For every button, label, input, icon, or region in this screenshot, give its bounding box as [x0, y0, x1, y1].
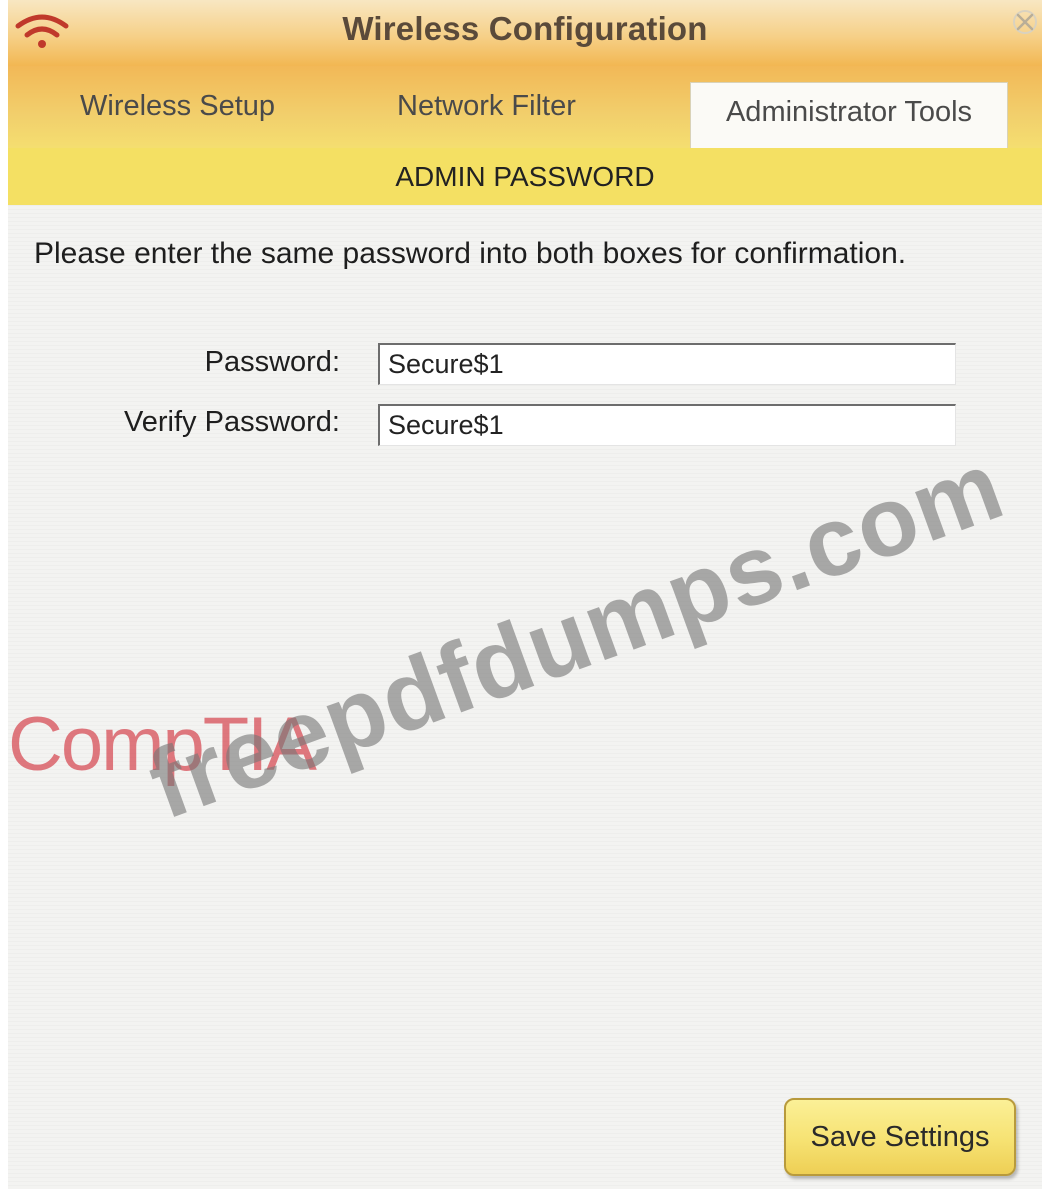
wireless-config-window: Wireless Configuration Wireless Setup Ne… [8, 0, 1042, 1189]
tab-network-filter[interactable]: Network Filter [397, 90, 576, 123]
verify-password-label: Verify Password: [124, 406, 340, 438]
password-field[interactable] [378, 343, 956, 385]
tab-wireless-setup[interactable]: Wireless Setup [80, 90, 275, 123]
site-watermark: freepdfdumps.com [135, 429, 1017, 840]
title-bar: Wireless Configuration [8, 0, 1042, 66]
tab-bar: Wireless Setup Network Filter Administra… [8, 66, 1042, 148]
admin-password-panel: Please enter the same password into both… [8, 205, 1042, 1189]
close-icon[interactable] [1010, 8, 1040, 44]
save-settings-button[interactable]: Save Settings [784, 1098, 1016, 1176]
password-label: Password: [204, 346, 340, 378]
section-title: ADMIN PASSWORD [8, 148, 1042, 205]
comptia-logo-watermark: CompTIA [8, 702, 317, 787]
verify-password-field[interactable] [378, 404, 956, 446]
instructions-text: Please enter the same password into both… [34, 237, 907, 270]
tab-administrator-tools[interactable]: Administrator Tools [690, 82, 1008, 148]
window-title: Wireless Configuration [342, 10, 708, 47]
